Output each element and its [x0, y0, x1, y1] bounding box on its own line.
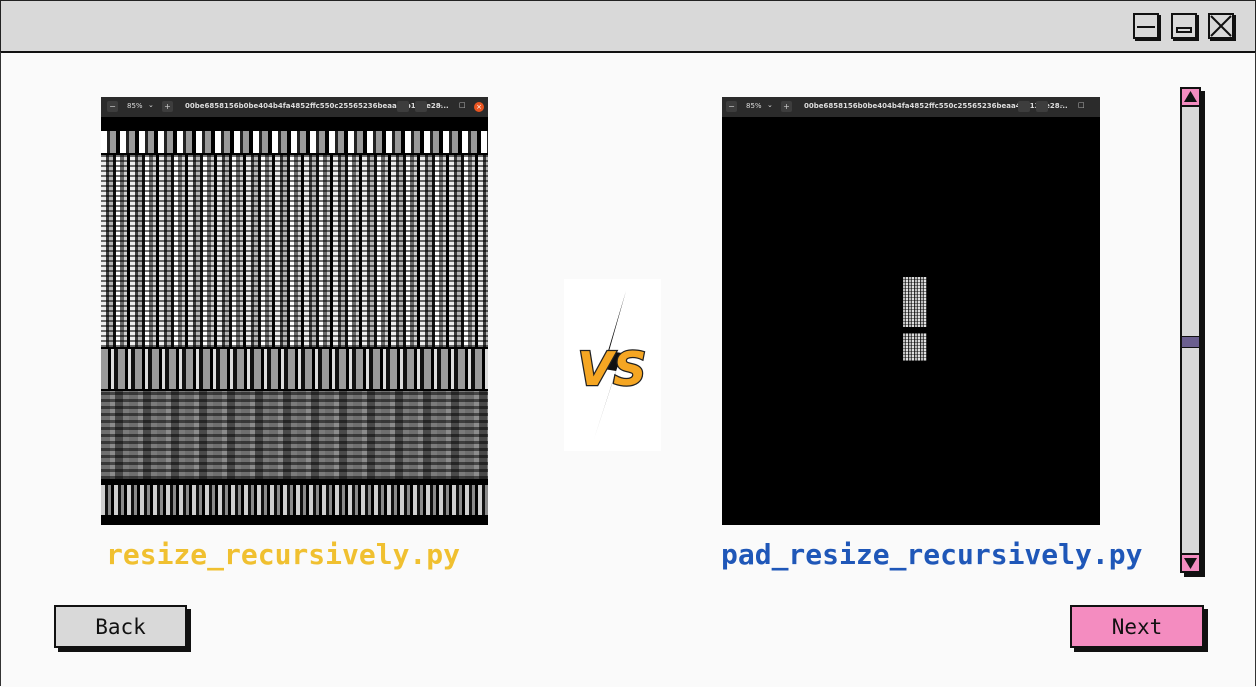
zoom-level: 85% [746, 102, 762, 110]
triangle-up-icon [1184, 91, 1197, 102]
zoom-out-icon: − [726, 101, 737, 112]
zoom-out-icon: − [107, 101, 118, 112]
chevron-down-icon: ⌄ [148, 101, 154, 109]
maximize-icon: □ [459, 101, 466, 109]
copy-icon [1018, 101, 1030, 112]
zoom-in-icon: + [781, 101, 792, 112]
close-icon: × [474, 102, 484, 112]
noise-band [101, 391, 488, 479]
scroll-up-button[interactable] [1182, 89, 1199, 107]
viewer-toolbar: − 85% ⌄ + 00be6858156b0be404b4fa4852ffc5… [722, 97, 1100, 117]
file-name: 00be6858156b0be404b4fa4852ffc550c2556523… [185, 102, 449, 110]
close-icon[interactable] [1208, 13, 1234, 39]
minimize-icon[interactable] [1133, 13, 1159, 39]
minimize-icon: – [1060, 101, 1064, 109]
small-image-preview [903, 277, 927, 361]
chevron-down-icon: ⌄ [767, 101, 773, 109]
scrollbar-thumb[interactable] [1182, 336, 1199, 348]
left-label: resize_recursively.py [106, 538, 461, 571]
versus-graphic: VS [564, 279, 661, 451]
noise-band [101, 131, 488, 153]
maximize-icon: □ [1078, 101, 1085, 109]
next-button[interactable]: Next [1070, 605, 1204, 648]
noise-band [101, 485, 488, 515]
back-button[interactable]: Back [54, 605, 187, 648]
right-screenshot-image: − 85% ⌄ + 00be6858156b0be404b4fa4852ffc5… [722, 97, 1100, 525]
noise-band [101, 349, 488, 389]
right-label: pad_resize_recursively.py [721, 538, 1143, 571]
menu-icon [1036, 101, 1048, 112]
scrollbar[interactable] [1180, 87, 1201, 573]
scroll-down-button[interactable] [1182, 553, 1199, 571]
zoom-in-icon: + [162, 101, 173, 112]
menu-icon [415, 101, 427, 112]
copy-icon [397, 101, 409, 112]
left-screenshot-image: − 85% ⌄ + 00be6858156b0be404b4fa4852ffc5… [101, 97, 488, 525]
triangle-down-icon [1184, 558, 1197, 569]
lightning-bolt-icon: VS [576, 291, 648, 439]
maximize-icon[interactable] [1171, 13, 1197, 39]
zoom-level: 85% [127, 102, 143, 110]
minimize-icon: – [439, 101, 443, 109]
viewer-toolbar: − 85% ⌄ + 00be6858156b0be404b4fa4852ffc5… [101, 97, 488, 117]
title-bar [0, 0, 1256, 53]
vs-text: VS [578, 342, 647, 396]
noise-band [101, 155, 488, 347]
